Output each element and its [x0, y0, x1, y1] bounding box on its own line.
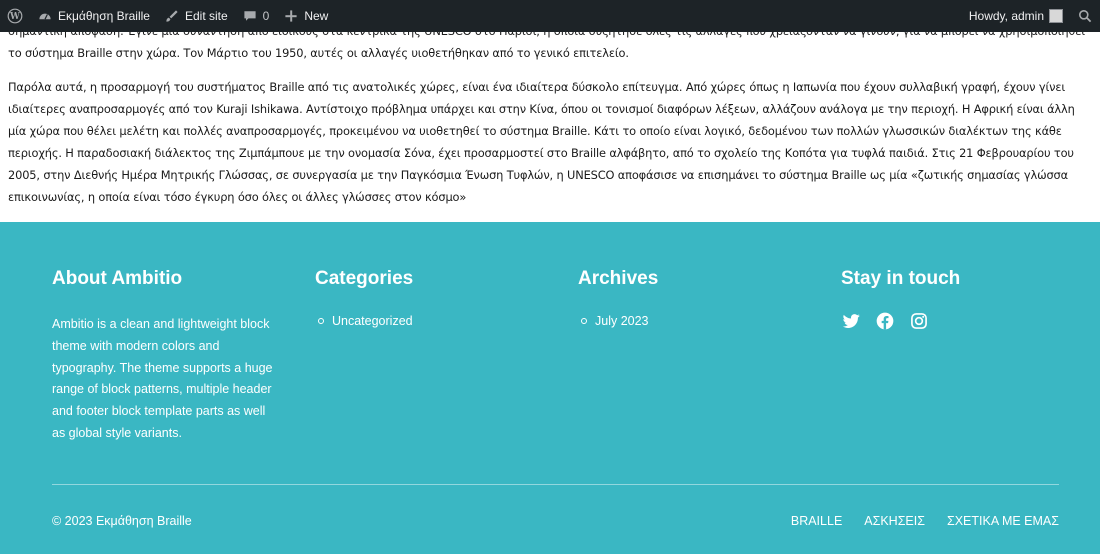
footer-stay-in-touch: Stay in touch: [841, 266, 1071, 331]
my-account-button[interactable]: Howdy, admin: [962, 0, 1070, 32]
site-footer: About Ambitio Ambitio is a clean and lig…: [0, 222, 1100, 554]
article-content: σημαντική απόφαση. Έγινε μία συνάντηση α…: [0, 32, 1100, 222]
site-name-label: Εκμάθηση Braille: [58, 9, 150, 23]
footer-divider: [52, 484, 1059, 485]
svg-text:W: W: [9, 12, 20, 22]
footer-archives: Archives July 2023: [578, 266, 808, 331]
article-body: σημαντική απόφαση. Έγινε μία συνάντηση α…: [8, 32, 1093, 220]
new-label: New: [304, 9, 329, 23]
search-button[interactable]: [1070, 0, 1100, 32]
archive-link-july-2023[interactable]: July 2023: [595, 311, 649, 331]
instagram-icon[interactable]: [909, 311, 929, 331]
archives-list: July 2023: [578, 311, 808, 331]
footer-nav: BRAILLE ΑΣΚΗΣΕΙΣ ΣΧΕΤΙΚΑ ΜΕ ΕΜΑΣ: [791, 514, 1059, 528]
facebook-icon[interactable]: [875, 311, 895, 331]
admin-bar: W Εκμάθηση Braille Edit site 0 New Howdy…: [0, 0, 1100, 32]
new-content-button[interactable]: New: [276, 0, 335, 32]
footer-nav-exercises[interactable]: ΑΣΚΗΣΕΙΣ: [864, 514, 925, 528]
list-item: July 2023: [578, 311, 808, 331]
comment-icon: [244, 11, 256, 21]
wordpress-logo-button[interactable]: W: [0, 0, 30, 32]
edit-site-label: Edit site: [184, 9, 228, 23]
plus-icon: [285, 10, 297, 22]
footer-archives-title: Archives: [578, 268, 659, 289]
footer-nav-about-us[interactable]: ΣΧΕΤΙΚΑ ΜΕ ΕΜΑΣ: [947, 514, 1059, 528]
footer-categories-title: Categories: [315, 268, 414, 289]
footer-nav-braille[interactable]: BRAILLE: [791, 514, 842, 528]
dashboard-icon: [39, 13, 51, 20]
bullet-icon: [318, 318, 324, 324]
howdy-label: Howdy, admin: [968, 9, 1044, 23]
social-links: [841, 311, 1071, 331]
admin-bar-left: W Εκμάθηση Braille Edit site 0 New: [0, 0, 335, 32]
footer-stay-title: Stay in touch: [841, 268, 961, 289]
brush-icon: [166, 10, 178, 22]
footer-about-title: About Ambitio: [52, 268, 183, 289]
search-icon: [1079, 10, 1092, 23]
avatar: [1049, 9, 1063, 23]
comments-button[interactable]: 0: [235, 0, 277, 32]
footer-bottom: © 2023 Εκμάθηση Braille BRAILLE ΑΣΚΗΣΕΙΣ…: [52, 514, 1059, 528]
twitter-icon[interactable]: [841, 311, 861, 331]
categories-list: Uncategorized: [315, 311, 545, 331]
copyright-text: © 2023 Εκμάθηση Braille: [52, 514, 192, 528]
list-item: Uncategorized: [315, 311, 545, 331]
comments-count: 0: [262, 9, 270, 23]
article-paragraph: σημαντική απόφαση. Έγινε μία συνάντηση α…: [8, 32, 1085, 60]
category-link-uncategorized[interactable]: Uncategorized: [332, 311, 413, 331]
bullet-icon: [581, 318, 587, 324]
admin-bar-right: Howdy, admin: [962, 0, 1100, 32]
site-name-button[interactable]: Εκμάθηση Braille: [30, 0, 157, 32]
footer-categories: Categories Uncategorized: [315, 266, 545, 331]
edit-site-button[interactable]: Edit site: [157, 0, 235, 32]
footer-about: About Ambitio Ambitio is a clean and lig…: [52, 266, 282, 445]
wordpress-icon: W: [7, 8, 23, 24]
article-paragraph: Παρόλα αυτά, η προσαρμογή του συστήματος…: [8, 80, 1075, 204]
footer-about-text: Ambitio is a clean and lightweight block…: [52, 317, 273, 440]
